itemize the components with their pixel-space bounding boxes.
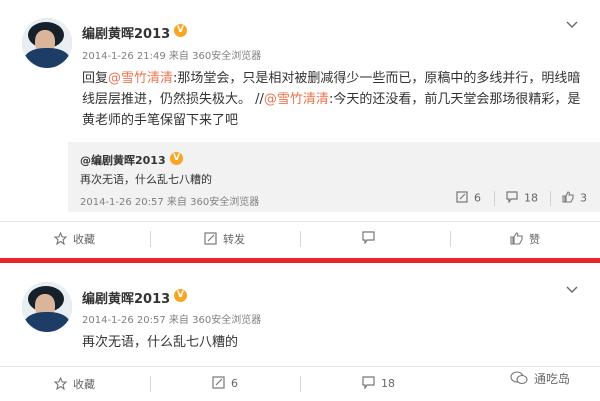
action-divider <box>300 376 301 392</box>
chevron-down-icon[interactable] <box>566 283 578 297</box>
watermark: 通吃岛 <box>510 370 570 388</box>
favorite-button[interactable]: 收藏 <box>53 376 95 393</box>
quoted-text: 再次无语，什么乱七八糟的 <box>80 173 212 186</box>
comment-button[interactable]: 18 <box>362 376 395 392</box>
avatar[interactable] <box>22 18 72 68</box>
comment-icon <box>362 231 375 247</box>
verified-badge: V <box>174 289 187 302</box>
repost-separator: // <box>251 92 264 107</box>
post-meta: 2014-1-26 20:57 来自 360安全浏览器 <box>82 315 262 326</box>
author-name[interactable]: 编剧黄晖2013 <box>82 288 170 307</box>
reply-prefix: 回复 <box>82 71 109 86</box>
action-bar: 收藏 转发 赞 <box>0 221 600 256</box>
action-divider <box>450 231 451 247</box>
like-icon <box>510 232 523 248</box>
weibo-post-1: 编剧黄晖2013 V 2014-1-26 21:49 来自 360安全浏览器 回… <box>0 0 600 256</box>
section-divider <box>0 256 600 268</box>
repost-button[interactable]: 6 <box>212 376 238 392</box>
quoted-repost-count[interactable]: 6 <box>456 191 481 206</box>
verified-badge: V <box>170 152 183 165</box>
repost-icon <box>456 191 468 206</box>
wechat-icon <box>510 371 528 388</box>
stat-divider <box>494 191 495 206</box>
comment-icon <box>506 191 518 206</box>
mention-link[interactable]: @雪竹清清 <box>264 92 329 107</box>
comment-icon <box>362 376 375 392</box>
repost-button[interactable]: 转发 <box>204 231 245 248</box>
comment-button[interactable] <box>362 231 381 247</box>
favorite-icon <box>53 376 68 393</box>
favorite-icon <box>53 231 68 248</box>
quoted-post[interactable]: @编剧黄晖2013 V 再次无语，什么乱七八糟的 2014-1-26 20:57… <box>68 142 600 212</box>
like-icon <box>562 191 574 206</box>
action-divider <box>150 231 151 247</box>
stat-divider <box>550 191 551 206</box>
mention-link[interactable]: @雪竹清清 <box>108 71 173 86</box>
verified-badge: V <box>174 24 187 37</box>
post-body: 回复@雪竹清清:那场堂会，只是相对被删减得少一些而已，原稿中的多线并行，明线暗线… <box>82 68 582 131</box>
action-divider <box>300 231 301 247</box>
quoted-like-count[interactable]: 3 <box>562 191 587 206</box>
quoted-comment-count[interactable]: 18 <box>506 191 538 206</box>
post-body: 再次无语，什么乱七八糟的 <box>82 335 239 350</box>
avatar[interactable] <box>22 282 72 332</box>
action-divider <box>150 376 151 392</box>
post-meta: 2014-1-26 21:49 来自 360安全浏览器 <box>82 51 262 62</box>
quoted-author[interactable]: @编剧黄晖2013 <box>80 152 166 168</box>
like-button[interactable]: 赞 <box>510 231 540 248</box>
chevron-down-icon[interactable] <box>566 18 578 32</box>
author-name[interactable]: 编剧黄晖2013 <box>82 23 170 42</box>
repost-icon <box>204 232 217 248</box>
repost-icon <box>212 376 225 392</box>
favorite-button[interactable]: 收藏 <box>53 231 95 248</box>
quoted-meta: 2014-1-26 20:57 来自 360安全浏览器 <box>80 197 260 208</box>
